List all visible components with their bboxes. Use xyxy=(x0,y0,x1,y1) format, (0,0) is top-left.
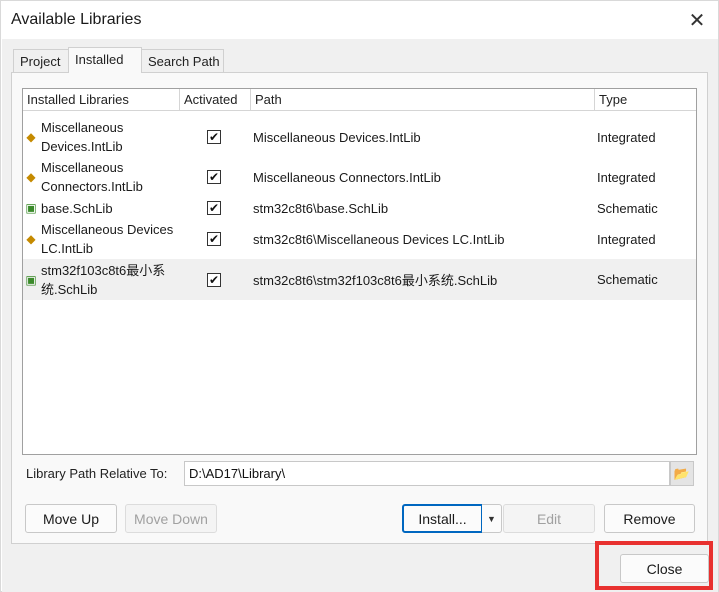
table-row[interactable]: ◆ Miscellaneous Connectors.IntLib ✔ Misc… xyxy=(23,157,696,197)
chevron-down-icon: ▼ xyxy=(487,513,496,524)
library-path-input[interactable] xyxy=(184,461,670,486)
library-type: Integrated xyxy=(597,231,656,247)
tab-project[interactable]: Project xyxy=(13,49,69,73)
available-libraries-dialog: Available Libraries ✕ Project Installed … xyxy=(0,0,719,592)
library-name: Miscellaneous Devices.IntLib xyxy=(41,120,124,154)
library-type: Schematic xyxy=(597,200,658,216)
library-type: Integrated xyxy=(597,169,656,185)
installed-tab-panel: Installed Libraries Activated Path Type … xyxy=(11,72,708,544)
folder-icon: 📂 xyxy=(673,465,691,481)
library-type: Schematic xyxy=(597,272,658,287)
edit-button[interactable]: Edit xyxy=(503,504,595,533)
library-name: base.SchLib xyxy=(41,200,113,216)
column-header-installed-libraries[interactable]: Installed Libraries xyxy=(23,89,180,110)
close-button[interactable]: Close xyxy=(620,554,709,583)
library-path-label: Library Path Relative To: xyxy=(26,466,168,481)
activated-checkbox[interactable]: ✔ xyxy=(207,201,221,215)
library-path: Miscellaneous Devices.IntLib xyxy=(253,129,421,145)
integrated-library-icon: ◆ xyxy=(26,130,36,144)
table-row[interactable]: ▣ base.SchLib ✔ stm32c8t6\base.SchLib Sc… xyxy=(23,197,696,219)
library-name: Miscellaneous Devices LC.IntLib xyxy=(41,222,174,256)
table-row[interactable]: ◆ Miscellaneous Devices LC.IntLib ✔ stm3… xyxy=(23,219,696,259)
library-path: Miscellaneous Connectors.IntLib xyxy=(253,169,441,185)
installed-libraries-list[interactable]: Installed Libraries Activated Path Type … xyxy=(22,88,697,455)
activated-checkbox[interactable]: ✔ xyxy=(207,232,221,246)
list-header: Installed Libraries Activated Path Type xyxy=(23,89,696,111)
schematic-library-icon: ▣ xyxy=(25,272,37,287)
library-type: Integrated xyxy=(597,129,656,145)
table-row[interactable]: ▣ stm32f103c8t6最小系统.SchLib ✔ stm32c8t6\s… xyxy=(23,259,696,300)
schematic-library-icon: ▣ xyxy=(25,201,37,215)
library-name: Miscellaneous Connectors.IntLib xyxy=(41,160,143,194)
table-row[interactable]: ◆ Miscellaneous Devices.IntLib ✔ Miscell… xyxy=(23,117,696,157)
install-button[interactable]: Install... xyxy=(402,504,483,533)
move-down-button[interactable]: Move Down xyxy=(125,504,217,533)
dialog-body: Project Installed Search Path Installed … xyxy=(2,39,718,592)
dialog-title: Available Libraries xyxy=(11,11,142,28)
tab-installed[interactable]: Installed xyxy=(68,47,142,73)
column-header-activated[interactable]: Activated xyxy=(180,89,251,110)
library-path: stm32c8t6\Miscellaneous Devices LC.IntLi… xyxy=(253,231,505,247)
library-path: stm32c8t6\stm32f103c8t6最小系统.SchLib xyxy=(253,273,498,288)
activated-checkbox[interactable]: ✔ xyxy=(207,170,221,184)
browse-folder-button[interactable]: 📂 xyxy=(670,461,694,486)
tab-search-path[interactable]: Search Path xyxy=(141,49,224,73)
integrated-library-icon: ◆ xyxy=(26,170,36,184)
title-bar: Available Libraries ✕ xyxy=(1,1,718,39)
close-icon[interactable]: ✕ xyxy=(683,7,711,33)
remove-button[interactable]: Remove xyxy=(604,504,695,533)
column-header-path[interactable]: Path xyxy=(251,89,595,110)
library-name: stm32f103c8t6最小系统.SchLib xyxy=(41,262,166,297)
install-dropdown-button[interactable]: ▼ xyxy=(482,504,502,533)
column-header-type[interactable]: Type xyxy=(595,89,696,110)
integrated-library-icon: ◆ xyxy=(26,232,36,246)
activated-checkbox[interactable]: ✔ xyxy=(207,130,221,144)
move-up-button[interactable]: Move Up xyxy=(25,504,117,533)
library-path: stm32c8t6\base.SchLib xyxy=(253,200,389,216)
activated-checkbox[interactable]: ✔ xyxy=(207,272,221,287)
